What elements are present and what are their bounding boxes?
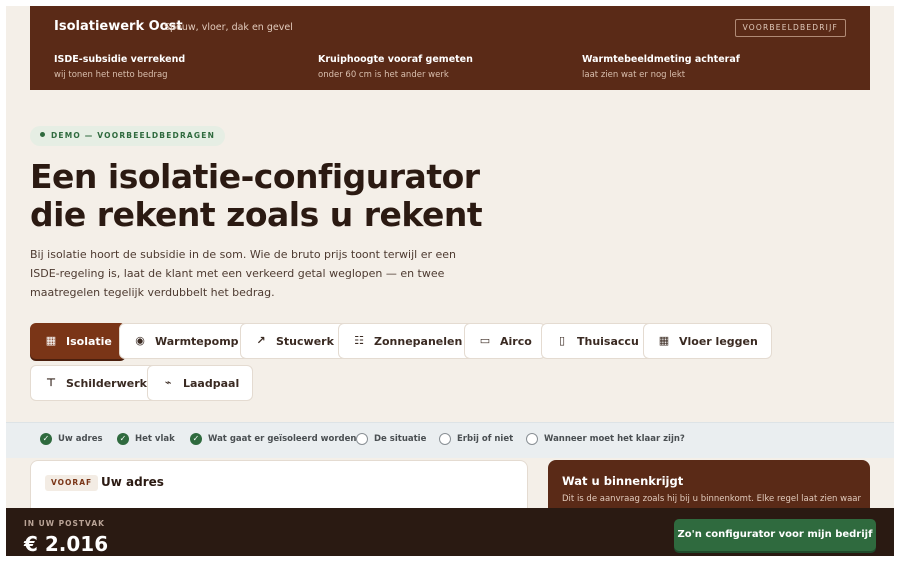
step-uw-adres[interactable]: ✓ Uw adres [40,433,103,445]
summary-card-body: Dit is de aanvraag zoals hij bij u binne… [562,494,862,504]
tab-laadpaal[interactable]: ⌁ Laadpaal [147,365,254,401]
tab-schilderwerk[interactable]: ⊤ Schilderwerk [30,365,161,401]
tab-label: Thuisaccu [577,334,639,348]
feature-isde: ISDE-subsidie verrekend wij tonen het ne… [54,54,304,80]
tab-label: Airco [500,334,532,348]
bottom-total-bar: IN UW POSTVAK € 2.016 Zo'n configurator … [6,508,894,556]
step-label: Wat gaat er geïsoleerd worden [208,434,357,444]
feature-title: Warmtebeeldmeting achteraf [582,54,740,65]
feature-subtitle: laat zien wat er nog lekt [582,70,686,80]
check-circle-icon: ✓ [117,433,129,445]
demo-pill-label: DEMO — VOORBEELDBEDRAGEN [51,131,216,140]
total-label: IN UW POSTVAK [24,519,105,528]
feature-title: ISDE-subsidie verrekend [54,54,186,65]
step-progress-bar: ✓ Uw adres ✓ Het vlak ✓ Wat gaat er geïsole… [6,422,894,458]
tab-label: Isolatie [66,334,112,348]
tab-label: Vloer leggen [679,334,758,348]
tab-label: Schilderwerk [66,376,147,390]
feature-warmtebeeld: Warmtebeeldmeting achteraf laat zien wat… [582,54,832,80]
total-price: € 2.016 [24,532,109,556]
heatpump-icon: ◉ [135,334,145,347]
feature-title: Kruiphoogte vooraf gemeten [318,54,473,65]
step-wanneer-klaar[interactable]: Wanneer moet het klaar zijn? [526,433,685,445]
title-line-2: die rekent zoals u rekent [30,195,483,234]
brand-tagline: Spouw, vloer, dak en gevel [164,22,293,33]
tab-zonnepanelen[interactable]: ☷ Zonnepanelen [338,323,477,359]
step-label: Wanneer moet het klaar zijn? [544,434,685,444]
demo-pill: DEMO — VOORBEELDBEDRAGEN [30,126,226,146]
top-banner: Isolatiewerk Oost Spouw, vloer, dak en g… [30,6,870,90]
step-label: Uw adres [58,434,103,444]
tab-label: Stucwerk [276,334,334,348]
battery-icon: ▯ [558,334,566,347]
airco-icon: ▭ [479,334,491,347]
tab-stucwerk[interactable]: ↗ Stucwerk [240,323,348,359]
step-het-vlak[interactable]: ✓ Het vlak [117,433,175,445]
feature-subtitle: wij tonen het netto bedrag [54,70,168,80]
step-label: Erbij of niet [457,434,514,444]
feature-subtitle: onder 60 cm is het ander werk [318,70,449,80]
tab-isolatie[interactable]: ▦ Isolatie [30,323,126,359]
tab-warmtepomp[interactable]: ◉ Warmtepomp [119,323,253,359]
tab-vloer-leggen[interactable]: ▦ Vloer leggen [643,323,772,359]
step-de-situatie[interactable]: De situatie [356,433,426,445]
step-wat-isoleren[interactable]: ✓ Wat gaat er geïsoleerd worden [190,433,356,445]
vooraf-badge: VOORAF [45,475,99,491]
check-circle-icon: ✓ [190,433,202,445]
paint-roller-icon: ⊤ [45,376,57,389]
address-card-title: Uw adres [101,475,164,489]
check-circle-icon: ✓ [40,433,52,445]
grid-icon: ▦ [45,334,57,347]
step-erbij-of-niet[interactable]: Erbij of niet [439,433,513,445]
empty-circle-icon [439,433,451,445]
tab-label: Laadpaal [183,376,240,390]
tab-thuisaccu[interactable]: ▯ Thuisaccu [541,323,653,359]
empty-circle-icon [526,433,538,445]
tab-label: Zonnepanelen [374,334,463,348]
status-dot-icon [40,132,45,137]
solar-panel-icon: ☷ [354,334,364,347]
step-label: De situatie [374,434,427,444]
tab-label: Warmtepomp [155,334,239,348]
intro-text: Bij isolatie hoort de subsidie in de som… [30,248,457,299]
demo-company-badge: VOORBEELDBEDRIJF [734,19,846,37]
page: Isolatiewerk Oost Spouw, vloer, dak en g… [6,6,894,556]
title-line-1: Een isolatie-configurator [30,157,480,196]
tab-airco[interactable]: ▭ Airco [464,323,546,359]
floor-grid-icon: ▦ [658,334,670,347]
trowel-icon: ↗ [256,334,266,347]
configurator-cta-button[interactable]: Zo'n configurator voor mijn bedrijf [674,519,876,551]
step-label: Het vlak [135,434,175,444]
empty-circle-icon [356,433,368,445]
charger-icon: ⌁ [164,376,172,389]
page-title: Een isolatie-configurator die rekent zoa… [30,158,550,234]
feature-kruiphoogte: Kruiphoogte vooraf gemeten onder 60 cm i… [318,54,568,80]
summary-card-title: Wat u binnenkrijgt [562,474,684,488]
